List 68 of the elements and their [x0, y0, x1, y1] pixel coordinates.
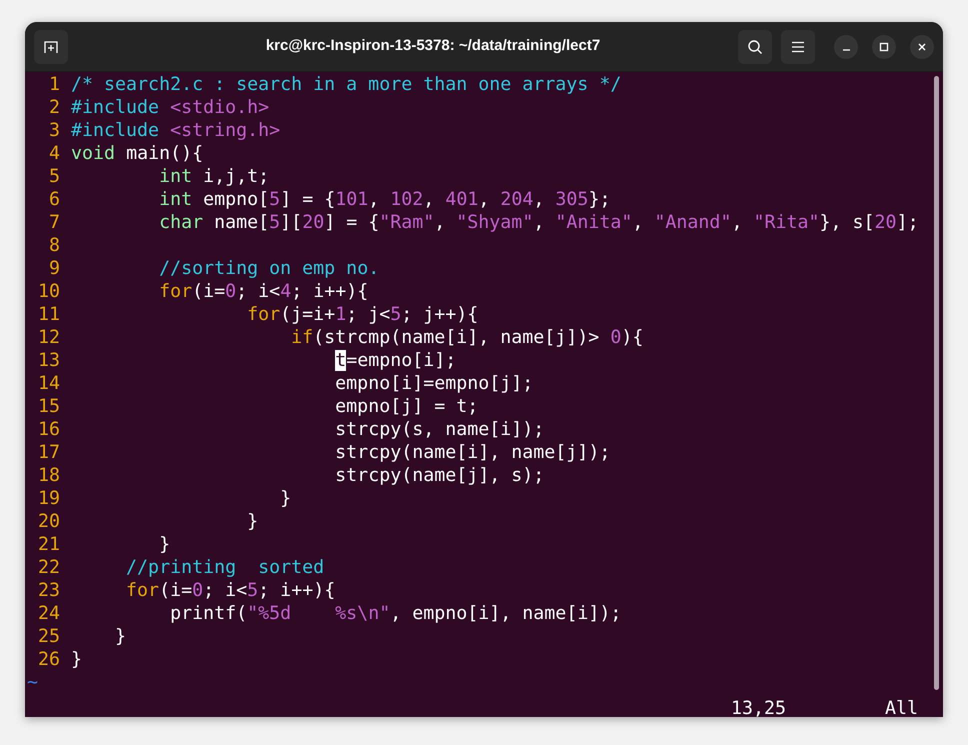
code-line: } [71, 648, 82, 671]
line-number: 14 [37, 372, 60, 395]
line-number: 23 [37, 579, 60, 602]
code-line: //printing sorted [125, 556, 324, 579]
line-number: 1 [48, 73, 60, 96]
close-button[interactable] [910, 34, 934, 58]
line-number: 19 [37, 487, 60, 510]
line-number: 17 [37, 441, 60, 464]
menu-button[interactable] [781, 30, 815, 64]
maximize-button[interactable] [872, 34, 896, 58]
empty-line-marker: ~ [27, 672, 38, 693]
code-line: char name[5][20] = {"Ram", "Shyam", "Anita", "Anand", "Rita"}, s[20]; [158, 211, 919, 234]
line-number: 13 [37, 349, 60, 372]
line-number: 22 [37, 556, 60, 579]
line-number: 21 [37, 533, 60, 556]
window-title: krc@krc-Inspiron-13-5378: ~/data/training/lect7 [266, 36, 600, 56]
code-line: } [114, 625, 126, 648]
new-tab-icon [43, 38, 59, 54]
code-line: } [158, 533, 170, 556]
line-number: 26 [37, 648, 60, 671]
minimize-button[interactable] [834, 34, 858, 58]
code-line: strcpy(name[i], name[j]); [334, 441, 610, 464]
line-number: 15 [37, 395, 60, 418]
code-line: t=empno[i]; [334, 349, 456, 372]
code-line: for(i=0; i<5; i++){ [125, 579, 336, 602]
code-line: //sorting on emp no. [158, 257, 380, 280]
line-number: 8 [48, 234, 60, 257]
line-number: 7 [48, 211, 60, 234]
code-line: #include <stdio.h> [71, 96, 270, 119]
scrollbar[interactable] [934, 76, 939, 690]
search-button[interactable] [738, 30, 772, 64]
line-number: 9 [48, 257, 60, 280]
maximize-icon [879, 42, 889, 52]
line-number: 4 [48, 142, 60, 165]
code-line: /* search2.c : search in a more than one arrays */ [71, 73, 622, 96]
line-number: 2 [48, 96, 60, 119]
code-line: strcpy(name[j], s); [334, 464, 544, 487]
close-icon [917, 42, 927, 52]
code-line: if(strcmp(name[i], name[j])> 0){ [290, 326, 644, 349]
line-number: 10 [37, 280, 60, 303]
code-line: int empno[5] = {101, 102, 401, 204, 305}; [158, 188, 610, 211]
cursor-position: 13,25 [731, 697, 786, 717]
code-line: for(j=i+1; j<5; j++){ [246, 303, 478, 326]
code-line: empno[i]=empno[j]; [334, 372, 534, 395]
code-line: for(i=0; i<4; i++){ [158, 280, 368, 303]
code-line: } [279, 487, 292, 510]
line-number: 5 [48, 165, 60, 188]
new-tab-button[interactable] [34, 30, 68, 64]
code-line: void main(){ [71, 142, 204, 165]
scroll-position: All [885, 697, 918, 717]
line-number: 11 [37, 303, 60, 326]
line-number: 16 [37, 418, 60, 441]
menu-icon [791, 40, 805, 52]
line-number: 6 [48, 188, 60, 211]
code-line: #include <string.h> [71, 119, 280, 142]
code-line: strcpy(s, name[i]); [334, 418, 544, 441]
line-number: 12 [37, 326, 60, 349]
line-number: 20 [37, 510, 60, 533]
code-line: printf("%5d %s\n", empno[i], name[i]); [169, 602, 622, 625]
code-line: empno[j] = t; [334, 395, 478, 418]
minimize-icon [842, 48, 850, 50]
code-line: int i,j,t; [158, 165, 270, 188]
search-icon [747, 38, 763, 54]
line-number: 3 [48, 119, 60, 142]
line-number: 18 [37, 464, 60, 487]
line-number: 24 [37, 602, 60, 625]
code-line: } [246, 510, 258, 533]
line-number: 25 [37, 625, 60, 648]
